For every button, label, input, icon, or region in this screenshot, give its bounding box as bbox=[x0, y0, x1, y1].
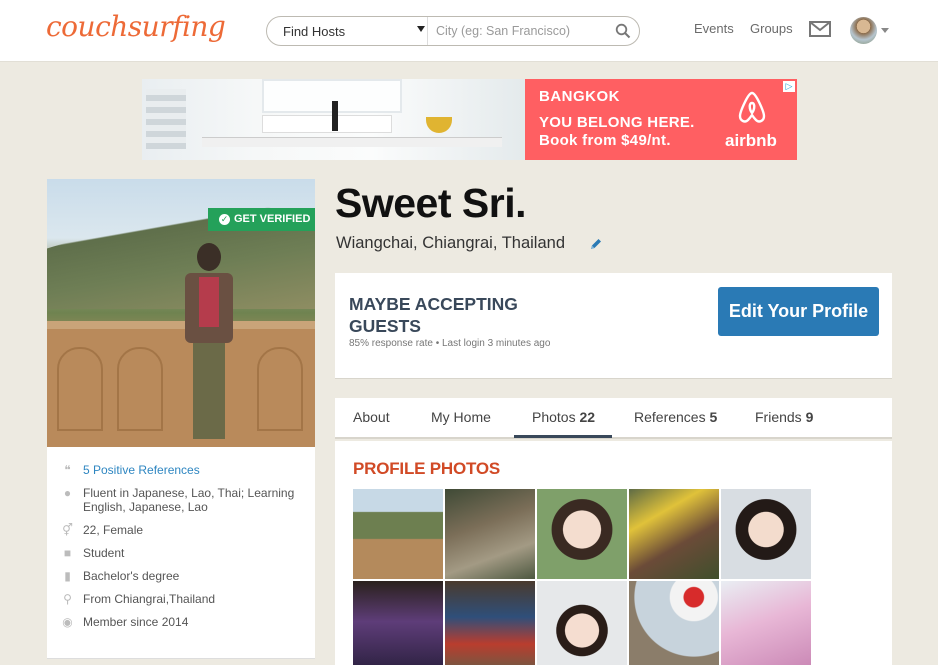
tab-about[interactable]: About bbox=[353, 409, 390, 425]
nav-groups-link[interactable]: Groups bbox=[750, 21, 793, 36]
get-verified-badge[interactable]: ✓ GET VERIFIED bbox=[208, 208, 315, 231]
occupation-fact: ■ Student bbox=[59, 546, 309, 560]
references-fact[interactable]: ❝ 5 Positive References bbox=[59, 463, 309, 477]
photo-thumbnail[interactable] bbox=[353, 581, 443, 665]
checkmark-icon: ✓ bbox=[219, 214, 230, 225]
top-navigation-bar: couchsurfing Find Hosts City (eg: San Fr… bbox=[0, 0, 938, 62]
adchoices-icon[interactable]: ▷ bbox=[783, 81, 795, 92]
photo-thumbnail[interactable] bbox=[537, 489, 627, 579]
quote-icon: ❝ bbox=[64, 463, 71, 477]
profile-tabs: About My Home Photos 22 References 5 Fri… bbox=[335, 398, 892, 439]
profile-sidebar-card: ✓ GET VERIFIED ❝ 5 Positive References ●… bbox=[47, 179, 315, 659]
photo-thumbnail[interactable] bbox=[537, 581, 627, 665]
ad-brand: airbnb bbox=[725, 131, 777, 150]
briefcase-icon: ■ bbox=[63, 546, 72, 560]
tab-references[interactable]: References 5 bbox=[634, 409, 717, 425]
ad-text-panel: BANGKOK YOU BELONG HERE. Book from $49/n… bbox=[525, 79, 797, 160]
ad-city: BANGKOK bbox=[539, 88, 620, 105]
search-bar: Find Hosts City (eg: San Francisco) bbox=[266, 16, 640, 46]
profile-location: Wiangchai, Chiangrai, Thailand bbox=[336, 234, 565, 252]
profile-photos-panel: PROFILE PHOTOS bbox=[335, 441, 892, 665]
ad-interior-image bbox=[142, 79, 525, 160]
search-divider bbox=[427, 17, 428, 45]
photo-thumbnail[interactable] bbox=[629, 489, 719, 579]
education-fact: ▮ Bachelor's degree bbox=[59, 569, 309, 583]
response-rate-meta: 85% response rate • Last login 3 minutes… bbox=[349, 338, 551, 349]
age-gender-fact: ⚥ 22, Female bbox=[62, 523, 144, 537]
profile-facts-list: ❝ 5 Positive References ● Fluent in Japa… bbox=[59, 463, 309, 638]
chevron-down-icon[interactable] bbox=[881, 28, 889, 33]
section-title: PROFILE PHOTOS bbox=[353, 459, 501, 478]
hosting-status: MAYBE ACCEPTING GUESTS bbox=[349, 294, 518, 336]
languages-fact: ● Fluent in Japanese, Lao, Thai; Learnin… bbox=[59, 486, 309, 514]
edit-profile-button[interactable]: Edit Your Profile bbox=[718, 287, 879, 336]
pencil-edit-icon[interactable] bbox=[589, 237, 603, 251]
photo-thumbnail[interactable] bbox=[721, 489, 811, 579]
nav-events-link[interactable]: Events bbox=[694, 21, 734, 36]
gender-icon: ⚥ bbox=[62, 523, 73, 537]
profile-photo[interactable]: ✓ GET VERIFIED bbox=[47, 179, 315, 447]
speech-bubble-icon: ● bbox=[63, 486, 72, 500]
photo-thumbnail[interactable] bbox=[353, 489, 443, 579]
tab-photos[interactable]: Photos 22 bbox=[532, 409, 595, 425]
advertisement-banner[interactable]: BANGKOK YOU BELONG HERE. Book from $49/n… bbox=[142, 79, 797, 160]
search-icon[interactable] bbox=[615, 23, 631, 39]
tab-friends[interactable]: Friends 9 bbox=[755, 409, 813, 425]
location-pin-icon: ⚲ bbox=[63, 592, 72, 606]
user-avatar[interactable] bbox=[850, 17, 877, 44]
photo-thumbnail[interactable] bbox=[721, 581, 811, 665]
book-icon: ▮ bbox=[64, 569, 71, 583]
dropdown-arrow-icon[interactable] bbox=[417, 26, 425, 32]
airbnb-logo-icon bbox=[738, 91, 766, 123]
hometown-fact: ⚲ From Chiangrai,Thailand bbox=[59, 592, 309, 606]
member-icon: ◉ bbox=[62, 615, 73, 629]
member-since-fact: ◉ Member since 2014 bbox=[62, 615, 189, 629]
mail-icon[interactable] bbox=[809, 21, 831, 37]
profile-name: Sweet Sri. bbox=[335, 180, 526, 226]
photo-thumbnail[interactable] bbox=[445, 581, 535, 665]
ad-headline: YOU BELONG HERE. bbox=[539, 114, 695, 131]
hosting-status-card: MAYBE ACCEPTING GUESTS 85% response rate… bbox=[335, 273, 892, 379]
couchsurfing-logo[interactable]: couchsurfing bbox=[46, 10, 226, 43]
tab-my-home[interactable]: My Home bbox=[431, 409, 491, 425]
ad-price: Book from $49/nt. bbox=[539, 132, 671, 149]
city-search-input[interactable]: City (eg: San Francisco) bbox=[436, 24, 570, 38]
photo-thumbnail[interactable] bbox=[445, 489, 535, 579]
search-mode-select[interactable]: Find Hosts bbox=[283, 24, 345, 39]
photo-thumbnail[interactable] bbox=[629, 581, 719, 665]
active-tab-indicator bbox=[514, 435, 612, 438]
